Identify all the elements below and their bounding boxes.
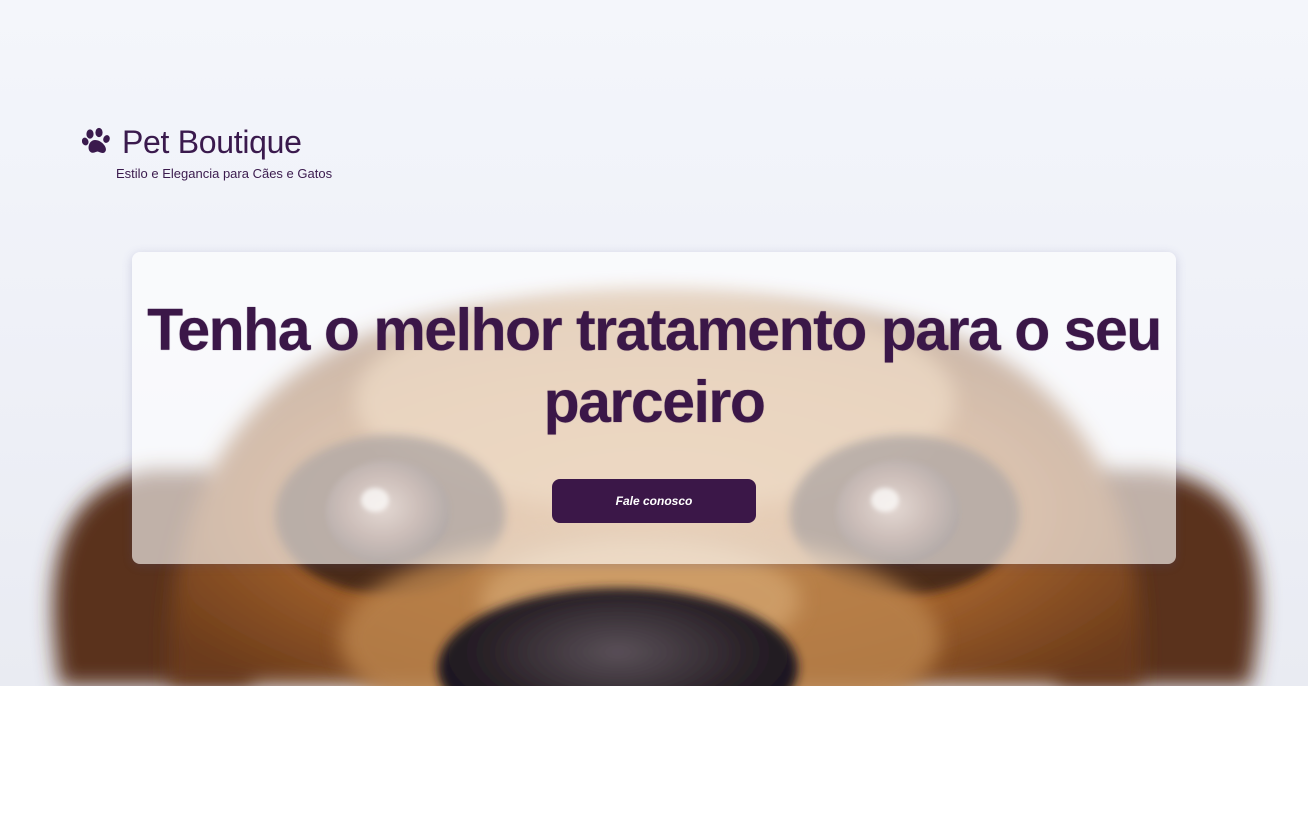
brand-logo-row: Pet Boutique — [82, 122, 302, 162]
brand-tagline: Estilo e Elegancia para Cães e Gatos — [116, 166, 333, 181]
contact-button[interactable]: Fale conosco — [552, 479, 756, 523]
brand-logo[interactable]: Pet Boutique Estilo e Elegancia para Cãe… — [82, 122, 332, 181]
page: Pet Boutique Estilo e Elegancia para Cãe… — [0, 0, 1308, 816]
hero-title: Tenha o melhor tratamento para o seu par… — [147, 297, 1162, 435]
hero-section: Pet Boutique Estilo e Elegancia para Cãe… — [0, 0, 1308, 686]
hero-card: Tenha o melhor tratamento para o seu par… — [132, 252, 1176, 564]
brand-name: Pet Boutique — [122, 124, 302, 160]
paw-icon — [82, 127, 110, 153]
